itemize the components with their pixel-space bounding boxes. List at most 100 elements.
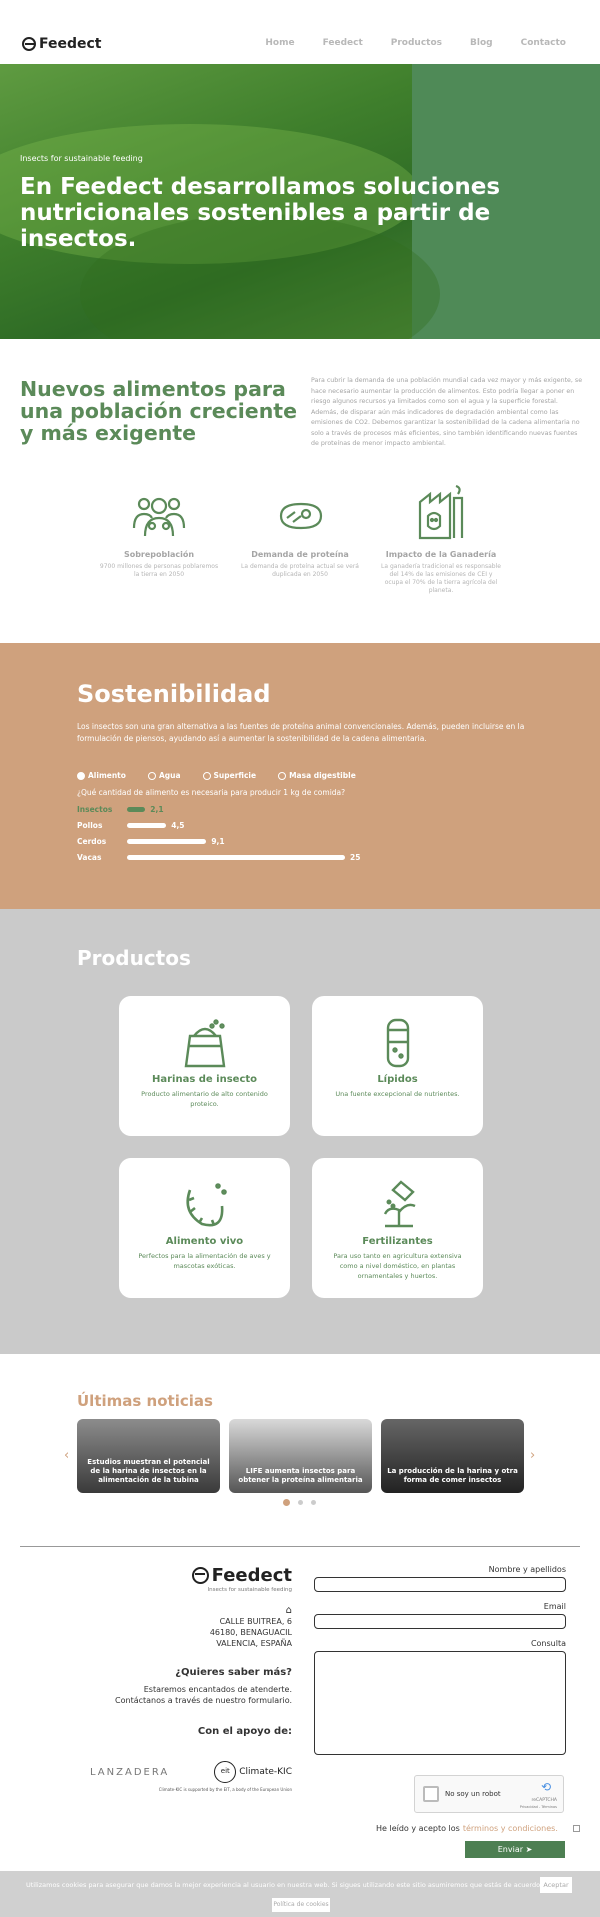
fertilizer-icon — [383, 1180, 416, 1228]
radio-label: Agua — [158, 771, 181, 780]
bar — [127, 823, 167, 828]
address-line: VALENCIA, ESPAÑA — [216, 1639, 292, 1648]
radio-superficie[interactable]: Superficie — [202, 771, 256, 780]
news-title: Últimas noticias — [77, 1392, 213, 1410]
product-title: Alimento vivo — [165, 1236, 244, 1247]
nav-blog[interactable]: Blog — [470, 38, 493, 48]
support-title: Con el apoyo de: — [197, 1726, 292, 1737]
captcha-checkbox[interactable] — [423, 1786, 439, 1802]
logo-mark-icon — [22, 37, 36, 51]
hero-title: En Feedect desarrollamos soluciones nutr… — [20, 174, 501, 252]
news-card[interactable]: La producción de la harina y otra forma … — [381, 1419, 524, 1493]
more-text: Contáctanos a través de nuestro formular… — [115, 1696, 292, 1705]
terms-row: He leído y acepto los términos y condici… — [376, 1824, 580, 1833]
terms-checkbox[interactable] — [572, 1825, 580, 1832]
bar-label: Vacas — [77, 853, 102, 862]
climate-kic-text: Climate-KIC — [239, 1767, 292, 1777]
stat-title: Demanda de proteína — [251, 550, 349, 559]
nav-productos[interactable]: Productos — [391, 38, 442, 48]
site-logo[interactable]: Feedect — [22, 36, 102, 52]
email-field[interactable] — [314, 1614, 566, 1629]
stat-protein-demand: Demanda de proteína La demanda de proteí… — [240, 492, 360, 579]
bar-row: Vacas 25 — [77, 853, 360, 862]
people-icon — [132, 497, 186, 537]
radio-agua[interactable]: Agua — [147, 771, 181, 780]
bar-label: Insectos — [77, 805, 113, 814]
stat-title: Sobrepoblación — [123, 550, 195, 559]
address-line: CALLE BUITREA, 6 — [219, 1617, 292, 1626]
stat-desc: La ganadería tradicional es responsable … — [381, 563, 501, 594]
radio-dot[interactable] — [202, 771, 211, 780]
cookie-accept-button[interactable]: Aceptar — [540, 1877, 572, 1893]
carousel-prev-icon[interactable]: ‹ — [64, 1448, 69, 1463]
submit-button[interactable]: Enviar ➤ — [465, 1841, 565, 1858]
bar — [127, 807, 146, 812]
news-card[interactable]: LIFE aumenta insectos para obtener la pr… — [229, 1419, 372, 1493]
larva-icon — [185, 1183, 227, 1227]
hero-banner: Insects for sustainable feeding En Feede… — [0, 64, 600, 339]
product-card-harinas[interactable]: Harinas de insecto Producto alimentario … — [119, 996, 290, 1136]
bar-value: 2,1 — [150, 805, 164, 814]
climate-kic-logo[interactable]: eit Climate-KIC — [214, 1761, 292, 1783]
bar-row: Cerdos 9,1 — [77, 837, 225, 846]
products-title: Productos — [77, 946, 191, 970]
address-line: 46180, BENAGUACIL — [209, 1628, 292, 1637]
carousel-next-icon[interactable]: › — [530, 1448, 535, 1463]
news-card[interactable]: Estudios muestran el potencial de la har… — [77, 1419, 220, 1493]
main-nav: Home Feedect Productos Blog Contacto — [265, 38, 566, 48]
nav-home[interactable]: Home — [265, 38, 294, 48]
name-field[interactable] — [314, 1577, 566, 1592]
carousel-dots — [283, 1499, 316, 1506]
footer-logo: Feedect — [90, 1565, 292, 1586]
footer-logo-text: Feedect — [211, 1565, 292, 1586]
bar — [127, 839, 207, 844]
cookie-text: Utilizamos cookies para asegurar que dam… — [26, 1881, 543, 1889]
contact-form: Nombre y apellidos Email Consulta — [314, 1565, 566, 1755]
radio-masa-digestible[interactable]: Masa digestible — [278, 771, 356, 780]
captcha-brand: reCAPTCHA — [531, 1798, 557, 1803]
bar-row: Pollos 4,5 — [77, 821, 185, 830]
radio-dot[interactable] — [147, 771, 156, 780]
product-desc: Perfectos para la alimentación de aves y… — [138, 1252, 271, 1270]
carousel-dot[interactable] — [311, 1500, 316, 1505]
bar-value: 9,1 — [211, 837, 225, 846]
radio-dot[interactable] — [77, 771, 85, 780]
carousel-dot[interactable] — [298, 1500, 303, 1505]
product-card-alimento-vivo[interactable]: Alimento vivo Perfectos para la alimenta… — [119, 1158, 290, 1298]
footer-divider — [20, 1546, 580, 1547]
flour-sack-icon — [184, 1019, 225, 1068]
logo-mark-icon — [191, 1567, 209, 1584]
recaptcha-widget: No soy un robot ⟲ reCAPTCHA Privacidad -… — [414, 1775, 564, 1813]
product-desc: Una fuente excepcional de nutrientes. — [335, 1090, 460, 1098]
comparison-question: ¿Qué cantidad de alimento es necesaria p… — [77, 788, 346, 797]
message-field[interactable] — [314, 1651, 566, 1755]
lipid-jar-icon — [386, 1018, 409, 1068]
message-label: Consulta — [530, 1639, 566, 1648]
sustainability-text: Los insectos son una gran alternativa a … — [77, 722, 525, 743]
bar — [127, 855, 345, 860]
lanzadera-logo[interactable]: LANZADERA — [90, 1767, 169, 1778]
bar-value: 25 — [350, 853, 361, 862]
nav-contacto[interactable]: Contacto — [521, 38, 566, 48]
product-card-fertilizantes[interactable]: Fertilizantes Para uso tanto en agricult… — [312, 1158, 483, 1298]
product-desc: Para uso tanto en agricultura extensiva … — [333, 1252, 462, 1280]
submit-label: Enviar — [497, 1845, 524, 1854]
product-desc: Producto alimentario de alto contenido p… — [141, 1090, 268, 1108]
cookie-policy-button[interactable]: Política de cookies — [272, 1898, 330, 1912]
terms-link[interactable]: términos y condiciones. — [463, 1824, 558, 1833]
send-icon: ➤ — [525, 1845, 533, 1854]
product-title: Fertilizantes — [362, 1236, 433, 1247]
radio-alimento[interactable]: Alimento — [77, 771, 126, 780]
terms-text: He leído y acepto los — [376, 1824, 460, 1833]
name-label: Nombre y apellidos — [488, 1565, 566, 1574]
nav-feedect[interactable]: Feedect — [323, 38, 363, 48]
product-card-lipidos[interactable]: Lípidos Una fuente excepcional de nutrie… — [312, 996, 483, 1136]
stat-overpopulation: Sobrepoblación 9700 millones de personas… — [99, 492, 219, 579]
metric-selector: Alimento Agua Superficie Masa digestible — [77, 771, 356, 780]
radio-dot[interactable] — [278, 771, 287, 780]
partner-logos: LANZADERA eit Climate-KIC — [90, 1761, 292, 1783]
captcha-links[interactable]: Privacidad - Términos — [520, 1805, 557, 1809]
carousel-dot[interactable] — [283, 1499, 290, 1506]
intro-text: Para cubrir la demanda de una población … — [311, 377, 583, 447]
bar-row: Insectos 2,1 — [77, 805, 164, 814]
